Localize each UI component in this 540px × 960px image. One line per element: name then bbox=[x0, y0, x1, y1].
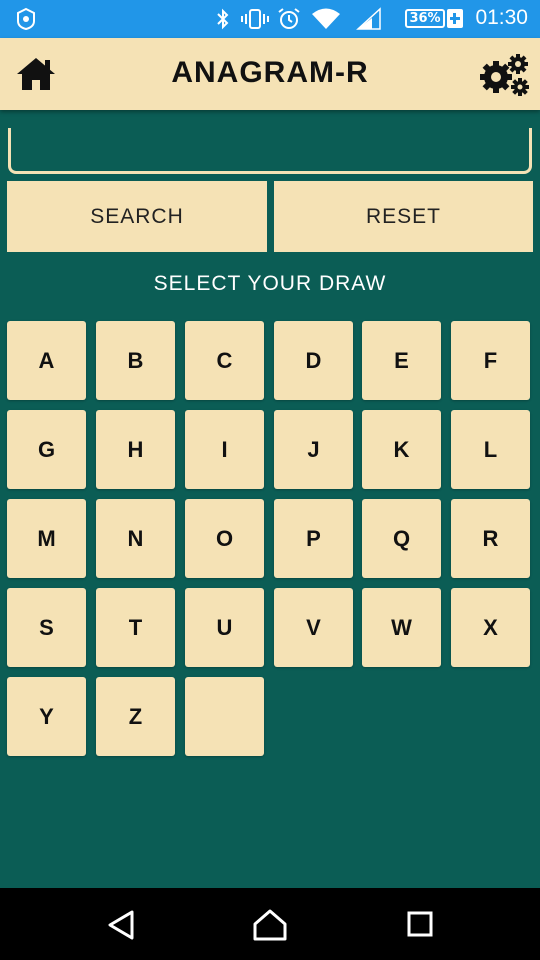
app-bar: ANAGRAM-R bbox=[0, 38, 540, 110]
status-time: 01:30 bbox=[475, 6, 528, 29]
letter-tile-a[interactable]: A bbox=[7, 321, 86, 400]
letter-tile-i[interactable]: I bbox=[185, 410, 264, 489]
draw-input[interactable] bbox=[8, 128, 532, 174]
letter-tile-j[interactable]: J bbox=[274, 410, 353, 489]
letter-tile-g[interactable]: G bbox=[7, 410, 86, 489]
wifi-icon bbox=[312, 8, 340, 29]
select-draw-label: SELECT YOUR DRAW bbox=[153, 272, 387, 295]
search-button[interactable]: SEARCH bbox=[7, 181, 267, 252]
letter-tile-e[interactable]: E bbox=[362, 321, 441, 400]
gears-icon[interactable] bbox=[476, 52, 532, 98]
letter-tile-x[interactable]: X bbox=[451, 588, 530, 667]
signal-icon bbox=[356, 7, 381, 30]
alarm-icon bbox=[278, 8, 300, 29]
letter-tile-n[interactable]: N bbox=[96, 499, 175, 578]
letter-tile-w[interactable]: W bbox=[362, 588, 441, 667]
battery-percent: 36% bbox=[405, 9, 445, 28]
letter-tile-b[interactable]: B bbox=[96, 321, 175, 400]
back-triangle-icon[interactable] bbox=[102, 908, 142, 942]
letter-tile-h[interactable]: H bbox=[96, 410, 175, 489]
battery-charging-icon bbox=[447, 9, 463, 28]
letter-tile-f[interactable]: F bbox=[451, 321, 530, 400]
letter-tile-q[interactable]: Q bbox=[362, 499, 441, 578]
app-badge-icon bbox=[17, 7, 35, 31]
letter-tile-d[interactable]: D bbox=[274, 321, 353, 400]
letter-tile-r[interactable]: R bbox=[451, 499, 530, 578]
bluetooth-icon bbox=[217, 8, 229, 30]
letter-tile-m[interactable]: M bbox=[7, 499, 86, 578]
letter-tile-o[interactable]: O bbox=[185, 499, 264, 578]
letter-tile-y[interactable]: Y bbox=[7, 677, 86, 756]
letter-tile-s[interactable]: S bbox=[7, 588, 86, 667]
letter-tile-c[interactable]: C bbox=[185, 321, 264, 400]
letter-tile-z[interactable]: Z bbox=[96, 677, 175, 756]
vibrate-icon bbox=[241, 9, 269, 29]
letter-tile-t[interactable]: T bbox=[96, 588, 175, 667]
home-circle-icon[interactable] bbox=[250, 908, 290, 942]
app-title: ANAGRAM-R bbox=[171, 56, 369, 89]
letter-tile-u[interactable]: U bbox=[185, 588, 264, 667]
recents-square-icon[interactable] bbox=[400, 908, 440, 942]
letter-tile-k[interactable]: K bbox=[362, 410, 441, 489]
reset-button[interactable]: RESET bbox=[274, 181, 533, 252]
letter-tile-v[interactable]: V bbox=[274, 588, 353, 667]
navigation-bar bbox=[0, 888, 540, 960]
status-bar: 36% 01:30 bbox=[0, 0, 540, 38]
letter-tile-blank[interactable] bbox=[185, 677, 264, 756]
letter-tile-l[interactable]: L bbox=[451, 410, 530, 489]
letter-tile-p[interactable]: P bbox=[274, 499, 353, 578]
